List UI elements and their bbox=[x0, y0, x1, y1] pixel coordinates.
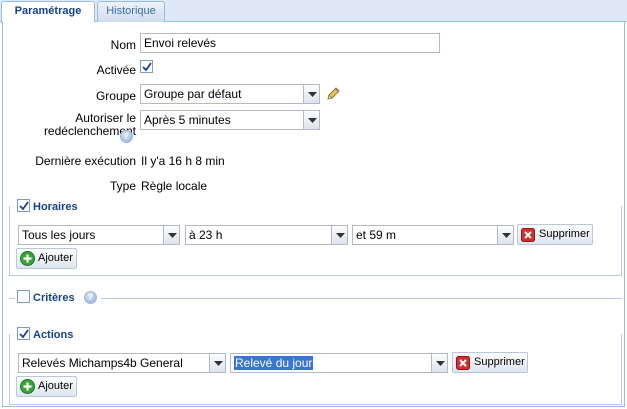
tab-historique[interactable]: Historique bbox=[97, 1, 165, 22]
delete-icon bbox=[521, 228, 535, 242]
chevron-down-icon[interactable] bbox=[163, 225, 180, 245]
horaires-add-button[interactable]: Ajouter bbox=[16, 248, 77, 269]
horaires-minute-value: et 59 m bbox=[356, 228, 397, 242]
actions-delete-label: Supprimer bbox=[474, 356, 525, 368]
derniere-execution-value: Il y'a 16 h 8 min bbox=[141, 154, 225, 168]
settings-panel: Nom Envoi relevés Activée Groupe Groupe … bbox=[2, 22, 625, 407]
criteres-legend: Critères ? bbox=[15, 290, 101, 306]
chevron-down-icon[interactable] bbox=[331, 225, 348, 245]
edit-pencil-icon[interactable] bbox=[325, 86, 341, 102]
add-icon bbox=[20, 251, 35, 266]
check-icon bbox=[19, 329, 29, 339]
horaires-minute-select[interactable]: et 59 m bbox=[352, 225, 514, 245]
activee-label: Activée bbox=[96, 63, 136, 77]
horaires-day-select[interactable]: Tous les jours bbox=[18, 225, 180, 245]
actions-add-button[interactable]: Ajouter bbox=[16, 376, 77, 397]
horaires-add-label: Ajouter bbox=[38, 252, 73, 264]
criteres-legend-label: Critères bbox=[33, 292, 75, 304]
chevron-down-icon[interactable] bbox=[497, 225, 514, 245]
horaires-legend-label: Horaires bbox=[33, 201, 78, 213]
horaires-hour-select[interactable]: à 23 h bbox=[185, 225, 348, 245]
horaires-hour-value: à 23 h bbox=[189, 228, 223, 242]
criteres-checkbox[interactable] bbox=[17, 290, 30, 303]
autoriser-select[interactable]: Après 5 minutes bbox=[140, 110, 320, 130]
groupe-label: Groupe bbox=[95, 89, 136, 103]
actions-action-select[interactable]: Relevés Michamps4b General bbox=[18, 353, 226, 373]
help-icon[interactable]: ? bbox=[84, 291, 97, 304]
check-icon bbox=[142, 62, 152, 72]
horaires-checkbox[interactable] bbox=[17, 199, 30, 212]
groupe-select[interactable]: Groupe par défaut bbox=[140, 84, 320, 104]
add-icon bbox=[20, 379, 35, 394]
horaires-legend: Horaires bbox=[15, 199, 85, 215]
actions-add-label: Ajouter bbox=[38, 380, 73, 392]
actions-legend: Actions bbox=[15, 327, 75, 343]
chevron-down-icon[interactable] bbox=[431, 353, 448, 373]
actions-legend-label: Actions bbox=[33, 329, 74, 341]
activee-checkbox[interactable] bbox=[140, 60, 153, 73]
actions-action-value: Relevés Michamps4b General bbox=[22, 356, 183, 370]
groupe-select-value: Groupe par défaut bbox=[144, 87, 242, 101]
actions-report-value: Relevé du jour bbox=[234, 356, 314, 370]
tab-parametrage[interactable]: Paramétrage bbox=[1, 1, 95, 23]
chevron-down-icon[interactable] bbox=[303, 84, 320, 104]
nom-label: Nom bbox=[110, 38, 136, 52]
chevron-down-icon[interactable] bbox=[209, 353, 226, 373]
chevron-down-icon[interactable] bbox=[303, 110, 320, 130]
actions-report-select[interactable]: Relevé du jour bbox=[230, 353, 448, 373]
check-icon bbox=[19, 201, 29, 211]
type-value: Règle locale bbox=[141, 179, 208, 193]
actions-delete-button[interactable]: Supprimer bbox=[452, 352, 528, 373]
nom-input[interactable]: Envoi relevés bbox=[140, 33, 440, 53]
autoriser-select-value: Après 5 minutes bbox=[144, 113, 231, 127]
derniere-execution-label: Dernière exécution bbox=[35, 154, 136, 168]
help-icon[interactable]: ? bbox=[120, 130, 133, 143]
type-label: Type bbox=[109, 179, 136, 193]
delete-icon bbox=[456, 356, 470, 370]
horaires-delete-label: Supprimer bbox=[539, 228, 590, 240]
actions-checkbox[interactable] bbox=[17, 327, 30, 340]
tab-bar: Paramétrage Historique bbox=[0, 0, 627, 23]
horaires-delete-button[interactable]: Supprimer bbox=[517, 224, 593, 245]
horaires-day-value: Tous les jours bbox=[22, 228, 96, 242]
